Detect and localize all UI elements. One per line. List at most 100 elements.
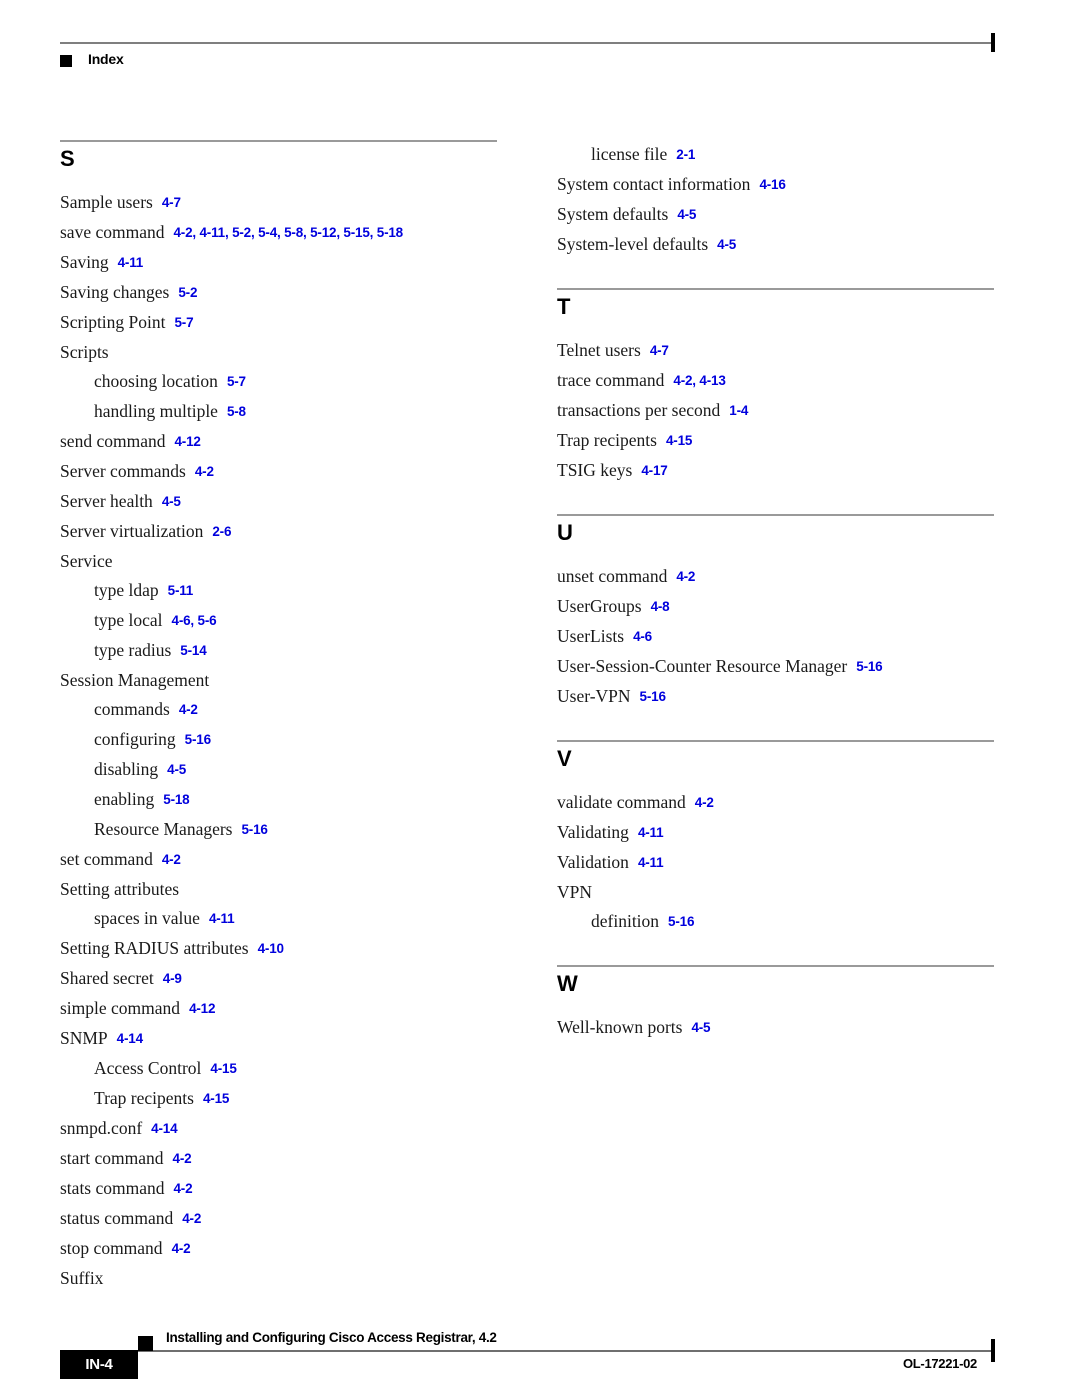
index-entry-page-refs[interactable]: 5-16: [242, 822, 268, 837]
index-entry: Well-known ports 4-5: [557, 1013, 997, 1043]
index-entry-term: System defaults: [557, 204, 669, 224]
index-entry: snmpd.conf 4-14: [60, 1114, 500, 1144]
index-entry-term: status command: [60, 1208, 174, 1228]
index-entry-page-refs[interactable]: 4-14: [151, 1121, 177, 1136]
index-entry-page-refs[interactable]: 4-11: [118, 255, 144, 270]
index-entry-page-refs[interactable]: 4-2: [172, 1241, 191, 1256]
index-entry: save command 4-2, 4-11, 5-2, 5-4, 5-8, 5-…: [60, 218, 500, 248]
index-entry-term: Server virtualization: [60, 521, 204, 541]
index-entry-term: transactions per second: [557, 400, 721, 420]
index-entry-page-refs[interactable]: 4-15: [666, 433, 692, 448]
index-entry-term: unset command: [557, 566, 668, 586]
index-entry: status command 4-2: [60, 1204, 500, 1234]
index-entry-page-refs[interactable]: 4-16: [759, 177, 785, 192]
index-entry-page-refs[interactable]: 5-7: [175, 315, 194, 330]
section-divider-rule: [557, 965, 994, 967]
index-entry-term: stop command: [60, 1238, 163, 1258]
index-entry-page-refs[interactable]: 4-7: [650, 343, 669, 358]
index-entry-term: User-Session-Counter Resource Manager: [557, 656, 848, 676]
index-entry-term: handling multiple: [94, 401, 218, 421]
index-entry: Validation 4-11: [557, 848, 997, 878]
index-entry-term: Setting attributes: [60, 879, 180, 899]
index-entry-page-refs[interactable]: 4-2: [182, 1211, 201, 1226]
index-entry-page-refs[interactable]: 5-14: [180, 643, 206, 658]
index-entry-page-refs[interactable]: 4-5: [167, 762, 186, 777]
index-entry-page-refs[interactable]: 5-7: [227, 374, 246, 389]
index-entry-page-refs[interactable]: 4-11: [638, 855, 664, 870]
index-entry: Validating 4-11: [557, 818, 997, 848]
index-entry-term: choosing location: [94, 371, 218, 391]
index-entry-page-refs[interactable]: 5-16: [640, 689, 666, 704]
index-entry-term: Session Management: [60, 670, 210, 690]
section-letter-heading: U: [557, 520, 573, 545]
index-entry-term: Access Control: [94, 1058, 202, 1078]
index-entry-page-refs[interactable]: 4-2: [173, 1151, 192, 1166]
index-entry-term: Validation: [557, 852, 629, 872]
section-divider-rule: [557, 514, 994, 516]
section-letter-heading: V: [557, 746, 572, 771]
index-entry-term: Service: [60, 551, 113, 571]
index-entry: stop command 4-2: [60, 1234, 500, 1264]
index-entry-page-refs[interactable]: 4-2: [174, 1181, 193, 1196]
index-entry: System-level defaults 4-5: [557, 230, 997, 260]
index-entry-page-refs[interactable]: 2-6: [212, 524, 231, 539]
index-entry-term: type local: [94, 610, 163, 630]
index-entry-page-refs[interactable]: 4-8: [651, 599, 670, 614]
index-entry-page-refs[interactable]: 4-5: [717, 237, 736, 252]
index-entry-page-refs[interactable]: 4-7: [162, 195, 181, 210]
index-entry-page-refs[interactable]: 4-2, 4-13: [673, 373, 725, 388]
index-entry-term: disabling: [94, 759, 159, 779]
index-subentry: definition 5-16: [557, 907, 997, 937]
index-entry-page-refs[interactable]: 5-11: [168, 583, 194, 598]
index-entry-page-refs[interactable]: 4-2: [695, 795, 714, 810]
section-letter-heading: W: [557, 971, 578, 996]
index-entry-page-refs[interactable]: 4-15: [203, 1091, 229, 1106]
index-subentry: handling multiple 5-8: [60, 397, 500, 427]
index-entry-page-refs[interactable]: 2-1: [676, 147, 695, 162]
index-entry-page-refs[interactable]: 4-10: [258, 941, 284, 956]
index-entry-page-refs[interactable]: 5-2: [178, 285, 197, 300]
index-entry-term: simple command: [60, 998, 181, 1018]
index-entry: set command 4-2: [60, 845, 500, 875]
index-subentry: type ldap 5-11: [60, 576, 500, 606]
index-entry-page-refs[interactable]: 4-12: [174, 434, 200, 449]
index-entry-page-refs[interactable]: 4-17: [641, 463, 667, 478]
index-entry-page-refs[interactable]: 1-4: [729, 403, 748, 418]
index-entry-page-refs[interactable]: 4-6: [633, 629, 652, 644]
index-entry-term: Shared secret: [60, 968, 154, 988]
index-entry-page-refs[interactable]: 5-8: [227, 404, 246, 419]
index-entry: Setting RADIUS attributes 4-10: [60, 934, 500, 964]
footer-crop-tick-icon: [991, 1339, 995, 1362]
index-entry-page-refs[interactable]: 4-12: [189, 1001, 215, 1016]
black-square-icon: [138, 1336, 153, 1351]
book-title: Installing and Configuring Cisco Access …: [166, 1330, 497, 1345]
index-entry-term: UserLists: [557, 626, 625, 646]
index-entry-page-refs[interactable]: 4-14: [117, 1031, 143, 1046]
index-entry-page-refs[interactable]: 4-6, 5-6: [172, 613, 217, 628]
index-entry-page-refs[interactable]: 5-16: [185, 732, 211, 747]
index-entry-page-refs[interactable]: 4-2: [179, 702, 198, 717]
index-entry-page-refs[interactable]: 4-9: [163, 971, 182, 986]
section-divider-rule: [557, 288, 994, 290]
index-entry: start command 4-2: [60, 1144, 500, 1174]
index-entry-term: Scripting Point: [60, 312, 166, 332]
index-entry-page-refs[interactable]: 5-18: [163, 792, 189, 807]
index-entry-page-refs[interactable]: 4-15: [210, 1061, 236, 1076]
index-entry-term: Trap recipents: [557, 430, 657, 450]
index-entry-page-refs[interactable]: 4-2: [195, 464, 214, 479]
index-entry-page-refs[interactable]: 5-16: [668, 914, 694, 929]
index-entry-page-refs[interactable]: 5-16: [856, 659, 882, 674]
index-entry-page-refs[interactable]: 4-11: [638, 825, 664, 840]
index-entry: User-VPN 5-16: [557, 682, 997, 712]
index-entry-page-refs[interactable]: 4-5: [162, 494, 181, 509]
index-entry-page-refs[interactable]: 4-2, 4-11, 5-2, 5-4, 5-8, 5-12, 5-15, 5-…: [173, 225, 403, 240]
index-entry-page-refs[interactable]: 4-5: [691, 1020, 710, 1035]
index-entry-term: Server commands: [60, 461, 186, 481]
index-entry-page-refs[interactable]: 4-5: [677, 207, 696, 222]
index-entry-page-refs[interactable]: 4-2: [676, 569, 695, 584]
index-subentry: Access Control 4-15: [60, 1054, 500, 1084]
index-entry-page-refs[interactable]: 4-11: [209, 911, 235, 926]
index-entry-page-refs[interactable]: 4-2: [162, 852, 181, 867]
index-entry: Service: [60, 547, 500, 576]
